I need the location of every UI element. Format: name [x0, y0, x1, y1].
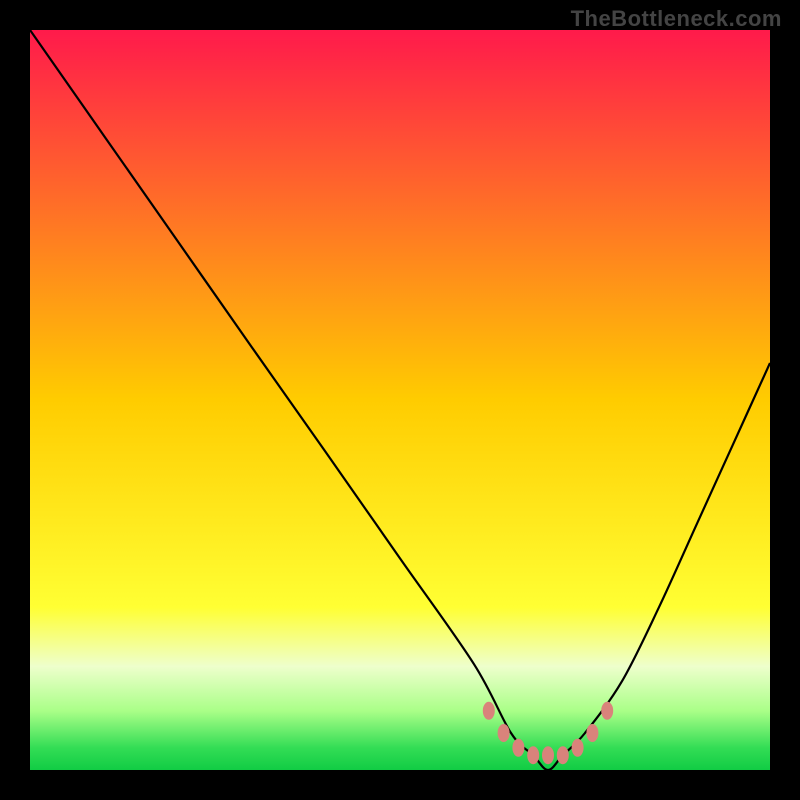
marker-dot [512, 739, 524, 757]
watermark-text: TheBottleneck.com [571, 6, 782, 32]
plot-svg [30, 30, 770, 770]
marker-dot [586, 724, 598, 742]
marker-dot [483, 702, 495, 720]
plot-area [30, 30, 770, 770]
marker-dot [572, 739, 584, 757]
chart-frame: { "watermark": "TheBottleneck.com", "col… [0, 0, 800, 800]
marker-dot [527, 746, 539, 764]
marker-dot [498, 724, 510, 742]
marker-dot [557, 746, 569, 764]
marker-dot [601, 702, 613, 720]
marker-dot [542, 746, 554, 764]
gradient-background [30, 30, 770, 770]
